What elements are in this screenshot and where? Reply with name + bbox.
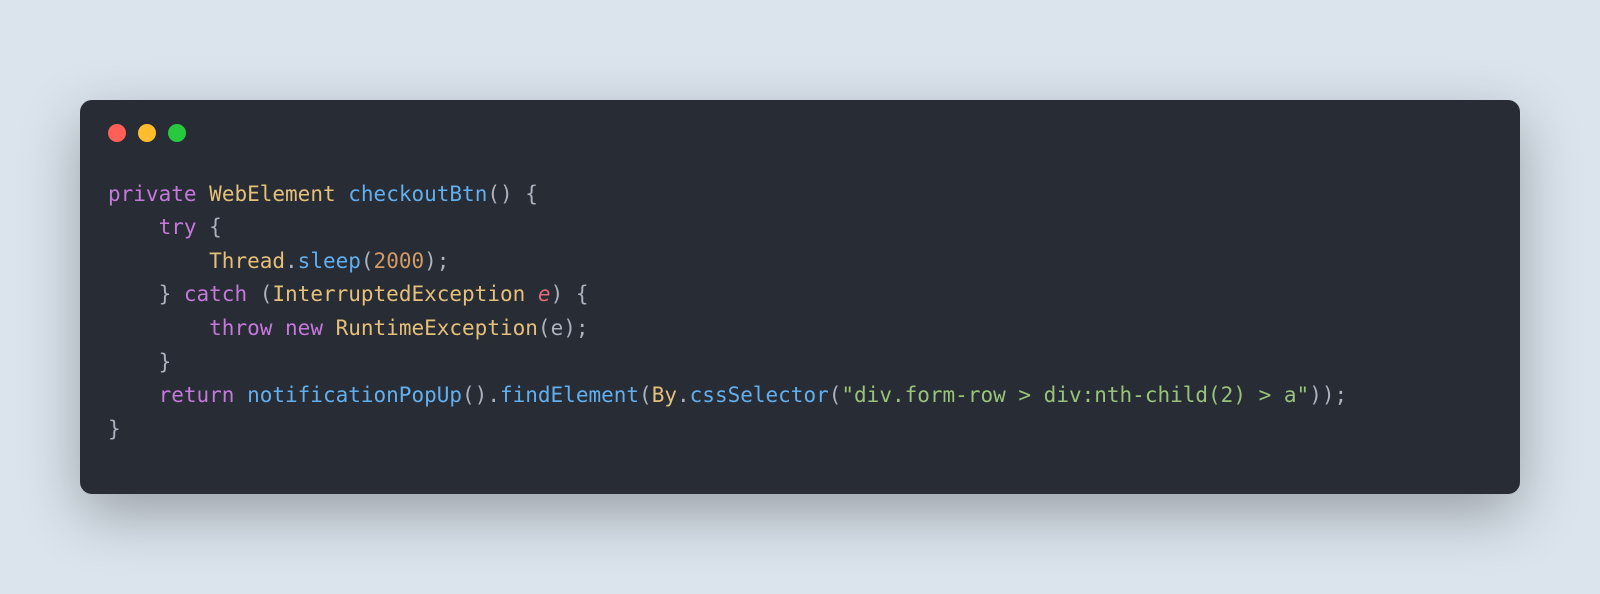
punct: { [513,182,538,206]
method-notificationpopup: notificationPopUp [247,383,462,407]
maximize-icon[interactable] [168,124,186,142]
method-sleep: sleep [298,249,361,273]
indent [108,249,209,273]
type-thread: Thread [209,249,285,273]
punct: )); [1309,383,1347,407]
keyword-catch: catch [184,282,247,306]
window-titlebar [108,124,1492,142]
punct: . [677,383,690,407]
keyword-private: private [108,182,197,206]
punct: ( [829,383,842,407]
close-icon[interactable] [108,124,126,142]
punct: ( [639,383,652,407]
indent [108,383,159,407]
method-checkoutbtn: checkoutBtn [348,182,487,206]
code-window: private WebElement checkoutBtn() { try {… [80,100,1520,495]
punct: . [285,249,298,273]
keyword-new: new [285,316,323,340]
punct: ( [247,282,272,306]
code-block: private WebElement checkoutBtn() { try {… [108,178,1492,447]
punct: ); [424,249,449,273]
keyword-throw: throw [209,316,272,340]
method-findelement: findElement [500,383,639,407]
space [525,282,538,306]
punct: (). [462,383,500,407]
string-literal: "div.form-row > div:nth-child(2) > a" [841,383,1309,407]
punct: ) { [551,282,589,306]
keyword-return: return [159,383,235,407]
number-literal: 2000 [374,249,425,273]
method-cssselector: cssSelector [690,383,829,407]
minimize-icon[interactable] [138,124,156,142]
space [272,316,285,340]
param-e: e [551,316,564,340]
type-by: By [652,383,677,407]
punct: } [108,417,121,441]
punct: ( [538,316,551,340]
type-webelement: WebElement [209,182,335,206]
space [234,383,247,407]
indent [108,215,159,239]
indent [108,350,159,374]
punct: { [197,215,222,239]
punct: ( [361,249,374,273]
punct: } [159,282,184,306]
param-e: e [538,282,551,306]
type-runtimeexception: RuntimeException [323,316,538,340]
punct: ); [563,316,588,340]
indent [108,282,159,306]
punct: } [159,350,172,374]
keyword-try: try [159,215,197,239]
type-interruptedexception: InterruptedException [272,282,525,306]
punct: () [487,182,512,206]
indent [108,316,209,340]
